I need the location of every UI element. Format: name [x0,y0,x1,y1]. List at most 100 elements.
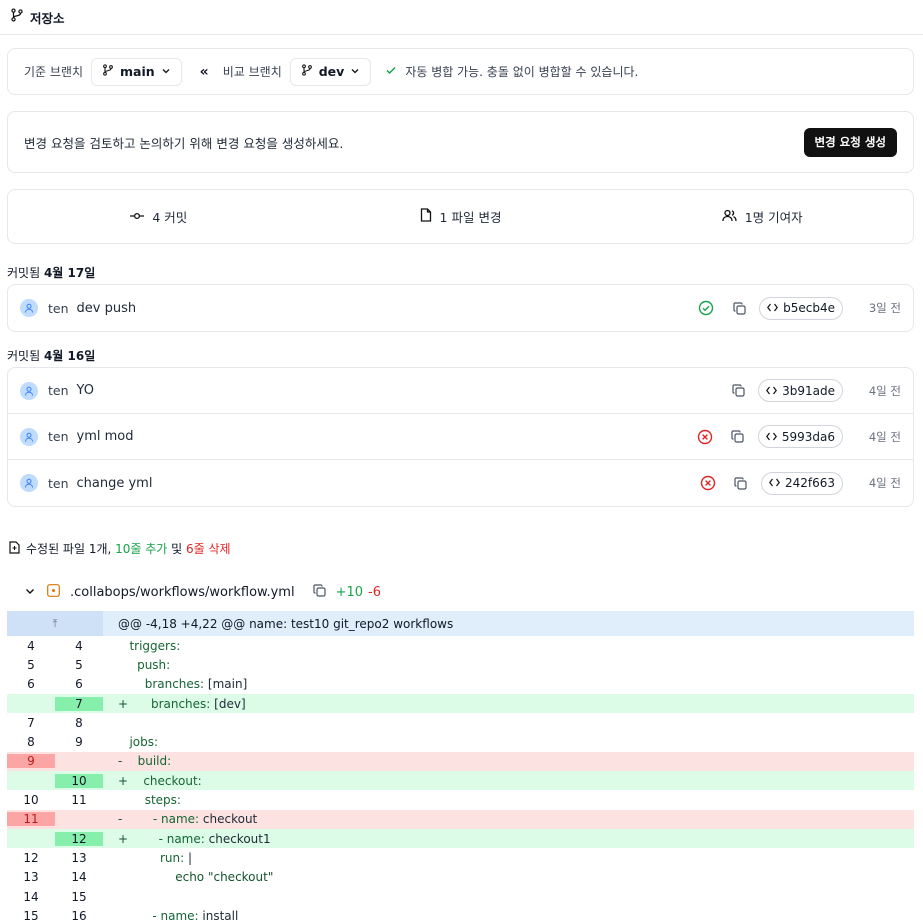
changes-summary: 수정된 파일 1개, 10줄 추가 및 6줄 삭제 [9,540,231,557]
commit-row[interactable]: ten yml mod 5993da6 4일 전 [8,414,913,460]
file-name[interactable]: .collabops/workflows/workflow.yml [70,585,295,600]
summary-prefix: 수정된 파일 1개, [26,542,116,556]
diff-line: 10 + checkout: [7,771,914,791]
page-title: 저장소 [30,10,65,26]
commit-row[interactable]: ten dev push b5ecb4e 3일 전 [8,285,913,331]
code-text: - build: [118,754,172,769]
code-text: + checkout: [118,773,202,788]
commit-author[interactable]: ten [48,383,69,398]
swap-arrows-icon[interactable]: « [200,64,209,80]
summary-deleted: 6줄 삭제 [186,542,231,556]
diff-line: 4 4 triggers: [7,636,914,655]
diff-line: 12 + - name: checkout1 [7,828,914,849]
chevron-down-icon[interactable] [25,585,35,600]
chevron-down-icon [350,64,360,79]
commit-time: 4일 전 [868,429,901,444]
diff-file-icon [9,540,20,557]
summary-mid: 및 [167,542,187,556]
status-success-icon[interactable] [695,300,717,316]
diff-line: 8 9 jobs: [7,732,914,751]
copy-icon[interactable] [733,476,749,490]
new-line-number: 7 [55,696,103,711]
avatar [20,474,38,492]
commit-row[interactable]: ten YO 3b91ade 4일 전 [8,368,913,414]
hunk-header-text: @@ -4,18 +4,22 @@ name: test10 git_repo2… [118,616,454,631]
diff-line: 10 11 steps: [7,790,914,809]
compare-branch-label: 비교 브랜치 [222,65,282,79]
contributors-stat[interactable]: 1명 기여자 [611,207,913,226]
new-line-number: 16 [71,908,87,923]
diff-line: 5 5 push: [7,655,914,674]
old-line-number: 4 [27,638,35,653]
code-text: + - name: checkout1 [118,831,271,846]
file-additions: +10 [335,584,363,600]
expand-up-icon[interactable]: ⤒ [7,611,103,636]
commit-time: 4일 전 [868,476,901,490]
summary-added: 10줄 추가 [115,542,168,556]
commit-row[interactable]: ten change yml 242f663 4일 전 [8,460,913,506]
old-line-number: 8 [27,735,35,750]
commit-message[interactable]: YO [77,383,94,398]
commits-stat[interactable]: 4 커밋 [8,207,310,226]
diff-line: 6 6 branches: [main] [7,675,914,694]
code-text: - name: install [152,908,239,923]
create-request-panel: 변경 요청을 검토하고 논의하기 위해 변경 요청을 생성하세요. 변경 요청 … [7,111,914,173]
compare-branch-value: dev [318,64,345,79]
commit-group-prefix: 커밋됨 [7,349,44,363]
create-request-button[interactable]: 변경 요청 생성 [803,127,897,157]
create-request-message: 변경 요청을 검토하고 논의하기 위해 변경 요청을 생성하세요. [24,135,344,151]
old-line-number: 6 [27,677,35,692]
copy-icon[interactable] [730,430,746,443]
commit-author[interactable]: ten [48,429,69,444]
commit-sha-button[interactable]: 242f663 [760,471,843,495]
repo-header: 저장소 [0,0,923,35]
copy-icon[interactable] [730,384,746,397]
avatar [20,381,38,400]
avatar [20,427,38,446]
diff-file-header[interactable]: .collabops/workflows/workflow.yml +10 -6 [25,582,381,602]
compare-branch-select[interactable]: dev [289,57,372,86]
diff-line: 13 14 echo "checkout" [7,868,914,887]
code-text: echo "checkout" [118,870,274,885]
commit-sha-button[interactable]: b5ecb4e [759,296,843,320]
commit-sha-button[interactable]: 5993da6 [757,425,843,448]
old-line-number: 11 [7,812,55,827]
commit-message[interactable]: yml mod [77,429,134,444]
copy-icon[interactable] [731,301,747,315]
old-line-number: 7 [27,715,35,730]
base-branch-label: 기준 브랜치 [24,65,84,79]
commit-author[interactable]: ten [48,301,69,316]
new-line-number: 5 [75,657,83,672]
file-deletions: -6 [368,584,381,600]
base-branch-select[interactable]: main [91,57,182,86]
status-failed-icon[interactable] [697,475,719,491]
code-text: run: | [159,850,193,865]
new-line-number: 10 [55,773,103,788]
commit-sha-button[interactable]: 3b91ade [758,379,843,402]
commit-message[interactable]: change yml [77,476,153,491]
branch-icon [301,64,313,79]
merge-status-text: 자동 병합 가능. 충돌 없이 병합할 수 있습니다. [405,65,639,79]
commit-sha: 3b91ade [782,383,835,398]
commit-group-date: 커밋됨 4월 16일 [7,347,95,364]
copy-icon[interactable] [312,583,326,601]
commit-message[interactable]: dev push [77,301,137,316]
avatar [20,299,38,317]
diff-line: 78 [7,713,914,732]
commit-sha: b5ecb4e [783,301,835,315]
new-line-number: 4 [75,638,83,653]
diff-lines: 44 triggers: 5 5 push: 6 6 branches: [main] 7… [7,636,914,923]
chevron-down-icon [161,64,171,79]
diff-line: 7 + branches: [dev] [7,693,914,714]
commit-sha: 242f663 [784,476,835,490]
commit-icon [130,209,145,224]
code-text: - - name: checkout [118,812,258,827]
new-line-number: 15 [71,889,87,904]
commit-author[interactable]: ten [48,476,69,491]
stats-bar: 4 커밋 1 파일 변경 1명 기여자 [7,189,914,244]
status-failed-icon[interactable] [694,429,716,445]
diff-line: 9 - build: [7,751,914,772]
files-stat[interactable]: 1 파일 변경 [310,207,612,226]
